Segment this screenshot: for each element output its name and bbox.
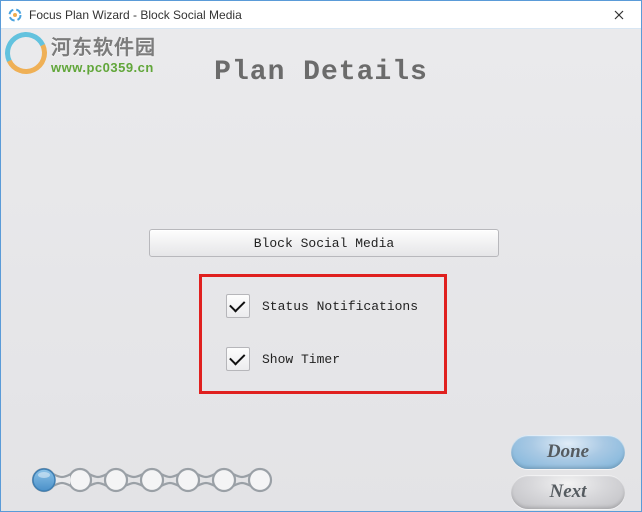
show-timer-row: Show Timer xyxy=(226,347,340,371)
status-notifications-row: Status Notifications xyxy=(226,294,418,318)
annotation-highlight xyxy=(199,274,447,394)
status-notifications-label: Status Notifications xyxy=(262,299,418,314)
next-button[interactable]: Next xyxy=(511,475,625,509)
done-button[interactable]: Done xyxy=(511,435,625,469)
page-title: Plan Details xyxy=(1,57,641,88)
app-icon xyxy=(7,7,23,23)
titlebar: Focus Plan Wizard - Block Social Media xyxy=(1,1,641,29)
app-window: Focus Plan Wizard - Block Social Media 河… xyxy=(0,0,642,512)
plan-name-field[interactable]: Block Social Media xyxy=(149,229,499,257)
window-title: Focus Plan Wizard - Block Social Media xyxy=(29,8,597,22)
status-notifications-checkbox[interactable] xyxy=(226,294,250,318)
watermark-brand: 河东软件园 xyxy=(51,31,156,60)
show-timer-label: Show Timer xyxy=(262,352,340,367)
wizard-progress xyxy=(31,467,291,493)
close-icon xyxy=(614,10,624,20)
close-button[interactable] xyxy=(597,1,641,29)
show-timer-checkbox[interactable] xyxy=(226,347,250,371)
client-area: 河东软件园 www.pc0359.cn Plan Details Block S… xyxy=(1,29,641,511)
